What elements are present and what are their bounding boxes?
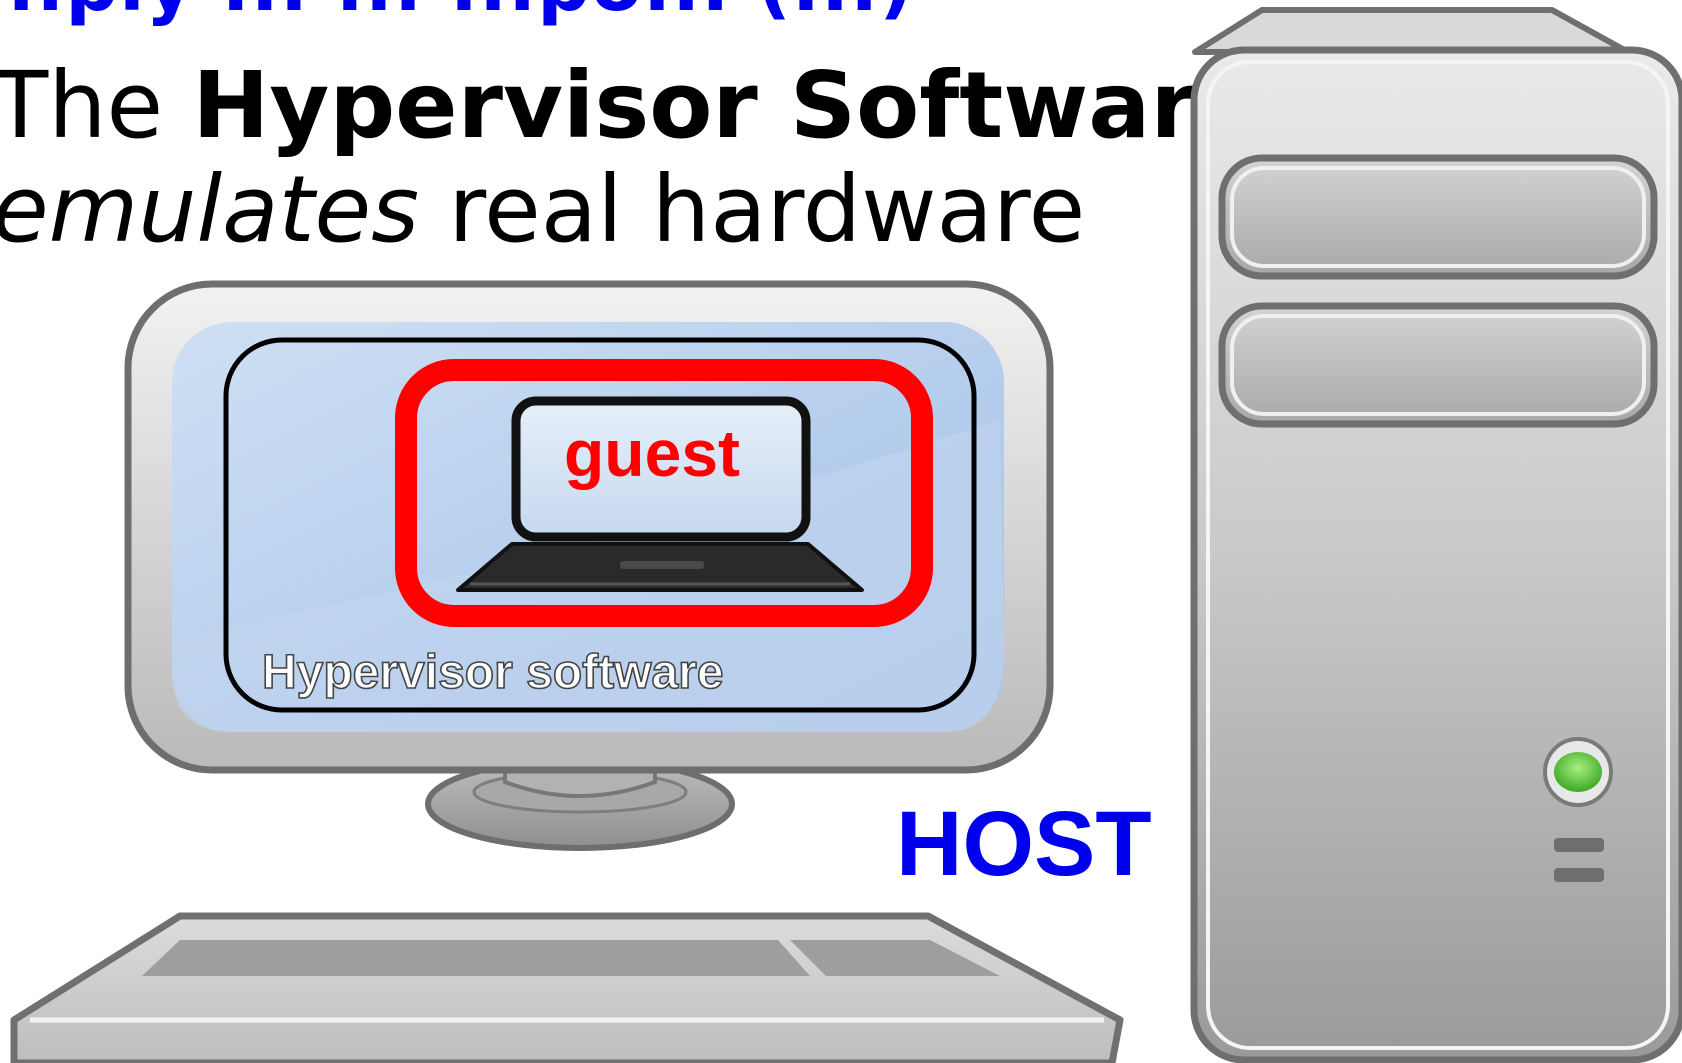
- keyboard-icon: [10, 912, 1124, 1063]
- guest-label: guest: [564, 416, 740, 490]
- power-led-icon: [1554, 752, 1602, 792]
- tower-slot-2: [1554, 868, 1604, 882]
- hypervisor-label: Hypervisor software: [262, 646, 724, 699]
- diagram-canvas: Hypervisor software guest HOST: [10, 7, 1682, 1063]
- drive-bay-2: [1218, 302, 1658, 428]
- host-label: HOST: [896, 793, 1152, 895]
- tower-pc-icon: [1190, 7, 1682, 1063]
- tower-slot-1: [1554, 838, 1604, 852]
- drive-bay-1: [1218, 154, 1658, 280]
